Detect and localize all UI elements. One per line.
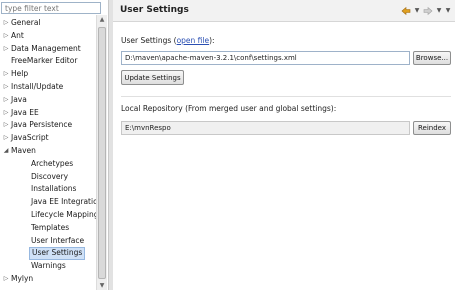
tree-item[interactable]: ▷ Mylyn [0,273,96,286]
tree-item[interactable]: User Settings [0,247,96,260]
tree-item[interactable]: ▷ JavaScript [0,132,96,145]
tree-item-label: Data Management [11,43,81,53]
tree-item-label: Maven [11,145,36,155]
tree-item[interactable]: User Interface [0,235,96,248]
settings-page: User Settings ▼ ▼ ▼ User Settings (open … [113,0,455,290]
tree-item[interactable]: ▷ Java EE [0,107,96,120]
history-nav: ▼ ▼ ▼ [401,5,451,16]
back-dropdown-icon[interactable]: ▼ [414,6,420,16]
tree-item[interactable]: Lifecycle Mapping [0,209,96,222]
tree-item-label: Mylyn [11,273,34,283]
tree-item-label: Java [11,94,27,104]
view-menu-icon[interactable]: ▼ [445,6,451,16]
collapsed-arrow-icon[interactable]: ▷ [2,68,10,81]
tree-item[interactable]: Installations [0,183,96,196]
tree-item[interactable]: ▷ Java [0,94,96,107]
tree-item-label: User Settings [29,247,86,260]
update-settings-button[interactable]: Update Settings [121,70,184,85]
tree-item-label: Ant [11,30,24,40]
collapsed-arrow-icon[interactable]: ▷ [2,273,10,286]
preferences-tree-panel: ▷General▷Ant▷Data ManagementFreeMarker E… [0,0,108,290]
tree-item[interactable]: Java EE Integration [0,196,96,209]
collapsed-arrow-icon[interactable]: ▷ [2,94,10,107]
user-settings-path-input[interactable] [121,51,410,65]
browse-button[interactable]: Browse... [413,51,451,65]
tree-item-label: Lifecycle Mapping [31,209,96,219]
collapsed-arrow-icon[interactable]: ▷ [2,17,10,30]
tree-item-label: FreeMarker Editor [11,56,78,66]
tree-item-label: Java EE [11,107,39,117]
tree-item[interactable]: ▷ Java Persistence [0,119,96,132]
page-title: User Settings [120,5,189,15]
tree-item-label: Warnings [31,261,66,271]
filter-input[interactable] [1,2,101,14]
tree-item[interactable]: Templates [0,222,96,235]
user-settings-label: User Settings (open file): [121,36,215,45]
tree-item-label: Java EE Integration [31,197,96,207]
scroll-down-icon[interactable]: ▼ [97,281,107,290]
tree-item-label: Archetypes [31,158,74,168]
collapsed-arrow-icon[interactable]: ▷ [2,43,10,56]
collapsed-arrow-icon[interactable]: ▷ [2,119,10,132]
forward-dropdown-icon[interactable]: ▼ [436,6,442,16]
open-file-link[interactable]: open file [177,36,210,45]
expanded-arrow-icon[interactable]: ◢ [2,145,10,158]
collapsed-arrow-icon[interactable]: ▷ [2,132,10,145]
tree-item[interactable]: ▷ Ant [0,30,96,43]
tree-item[interactable]: ▷ Install/Update [0,81,96,94]
preferences-tree: ▷ General ▷ Ant ▷ Data Management FreeMarker E… [0,17,96,286]
user-settings-label-prefix: User Settings ( [121,36,177,45]
tree-item[interactable]: ▷ Data Management [0,43,96,56]
tree-item[interactable]: ▷ General [0,17,96,30]
collapsed-arrow-icon[interactable]: ▷ [2,30,10,43]
local-repository-label: Local Repository (From merged user and g… [121,104,337,113]
local-repository-field: E:\mvnRespo [121,121,410,135]
back-arrow-icon[interactable] [401,6,411,16]
tree-item[interactable]: FreeMarker Editor [0,55,96,68]
reindex-button[interactable]: Reindex [413,121,451,135]
tree-item-label: Installations [31,184,77,194]
tree-item-label: Install/Update [11,81,64,91]
tree-scrollbar[interactable]: ▲ ▼ [96,15,107,290]
tree-item-label: Discovery [31,171,69,181]
tree-item[interactable]: ◢ Maven [0,145,96,158]
tree-item-label: JavaScript [11,133,49,143]
tree-item-label: User Interface [31,235,85,245]
tree-item[interactable]: Warnings [0,260,96,273]
section-divider [121,96,451,97]
collapsed-arrow-icon[interactable]: ▷ [2,81,10,94]
forward-arrow-icon[interactable] [423,6,433,16]
tree-item[interactable]: ▷ Help [0,68,96,81]
tree-item[interactable]: Archetypes [0,158,96,171]
tree-item-label: Java Persistence [11,120,73,130]
page-header: User Settings ▼ ▼ ▼ [113,0,455,22]
tree-item-label: Help [11,69,29,79]
tree-item-label: Templates [31,222,70,232]
scrollbar-thumb[interactable] [98,27,106,279]
scroll-up-icon[interactable]: ▲ [97,15,107,24]
tree-item[interactable]: Discovery [0,171,96,184]
collapsed-arrow-icon[interactable]: ▷ [2,107,10,120]
tree-item-label: General [11,18,41,27]
user-settings-label-suffix: ): [209,36,215,45]
